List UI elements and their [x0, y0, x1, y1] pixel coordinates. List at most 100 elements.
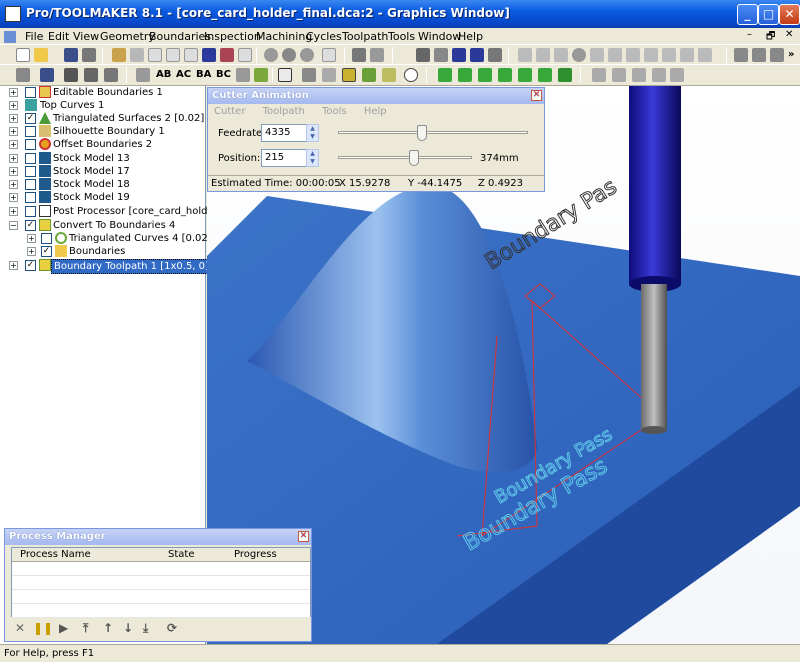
toolbar-overflow-button[interactable]: » [788, 49, 794, 60]
expand-icon[interactable]: + [9, 207, 18, 216]
visibility-checkbox[interactable] [25, 153, 36, 164]
tool-10-icon[interactable] [680, 48, 694, 62]
position-spinner[interactable]: ▲ ▼ [306, 149, 319, 167]
toolpath-5-icon[interactable] [488, 48, 502, 62]
view-5-icon[interactable] [518, 68, 532, 82]
view-2-icon[interactable] [458, 68, 472, 82]
visibility-checkbox[interactable] [25, 206, 36, 217]
move-down-icon[interactable]: ↓ [123, 621, 133, 635]
expand-icon[interactable]: + [9, 101, 18, 110]
visibility-checkbox[interactable] [41, 233, 52, 244]
menu-toolpath[interactable]: Toolpath [263, 106, 305, 117]
menu-geometry[interactable]: Geometry [100, 30, 155, 43]
menu-help[interactable]: Help [364, 106, 387, 117]
new-file-icon[interactable] [16, 48, 30, 62]
close-icon[interactable]: ✕ [531, 90, 542, 101]
bc-button[interactable]: BC [216, 69, 231, 80]
shade-3-icon[interactable] [342, 68, 356, 82]
visibility-checkbox[interactable] [25, 192, 36, 203]
visibility-checkbox[interactable]: ✓ [25, 260, 36, 271]
measure-5-icon[interactable] [670, 68, 684, 82]
boundary-tool-7-icon[interactable] [220, 48, 234, 62]
column-progress[interactable]: Progress [234, 548, 277, 561]
pause-icon[interactable]: ❚❚ [33, 621, 53, 635]
measure-3-icon[interactable] [632, 68, 646, 82]
tool-14-icon[interactable] [770, 48, 784, 62]
menu-machining[interactable]: Machining [256, 30, 312, 43]
visibility-checkbox[interactable] [25, 139, 36, 150]
column-state[interactable]: State [168, 548, 194, 561]
view-6-icon[interactable] [538, 68, 552, 82]
tool-2-icon[interactable] [536, 48, 550, 62]
measure-2-icon[interactable] [612, 68, 626, 82]
print-icon[interactable] [82, 48, 96, 62]
machining-2-icon[interactable] [282, 48, 296, 62]
feedrate-input[interactable]: 4335 [261, 124, 307, 142]
cycle-2-icon[interactable] [370, 48, 384, 62]
tree-tool-1-icon[interactable] [16, 68, 30, 82]
ellipse-icon[interactable] [404, 68, 418, 82]
visibility-checkbox[interactable] [25, 179, 36, 190]
toolpath-4-icon[interactable] [470, 48, 484, 62]
boundary-tool-4-icon[interactable] [166, 48, 180, 62]
expand-icon[interactable]: + [9, 261, 18, 270]
machining-4-icon[interactable] [322, 48, 336, 62]
expand-icon[interactable]: + [9, 154, 18, 163]
shade-5-icon[interactable] [382, 68, 396, 82]
measure-4-icon[interactable] [652, 68, 666, 82]
tool-12-icon[interactable] [734, 48, 748, 62]
window-tool-icon[interactable] [278, 68, 292, 82]
expand-icon[interactable]: + [9, 127, 18, 136]
feedrate-slider-thumb[interactable] [416, 125, 427, 141]
tool-4-icon[interactable] [572, 48, 586, 62]
menu-cutter[interactable]: Cutter [214, 106, 245, 117]
ba-button[interactable]: BA [196, 69, 211, 80]
tool-5-icon[interactable] [590, 48, 604, 62]
menu-file[interactable]: File [25, 30, 43, 43]
tool-1-icon[interactable] [518, 48, 532, 62]
toolpath-1-icon[interactable] [416, 48, 430, 62]
menu-tools[interactable]: Tools [322, 106, 347, 117]
expand-icon[interactable]: + [9, 88, 18, 97]
tool-9-icon[interactable] [662, 48, 676, 62]
menu-window[interactable]: Window [418, 30, 461, 43]
tool-6-icon[interactable] [608, 48, 622, 62]
shade-1-icon[interactable] [302, 68, 316, 82]
position-slider-thumb[interactable] [409, 150, 420, 166]
toolpath-3-icon[interactable] [452, 48, 466, 62]
expand-icon[interactable]: + [9, 167, 18, 176]
maximize-button[interactable]: □ [758, 4, 779, 25]
menu-cycles[interactable]: Cycles [306, 30, 342, 43]
view-1-icon[interactable] [438, 68, 452, 82]
view-4-icon[interactable] [498, 68, 512, 82]
visibility-checkbox[interactable] [25, 166, 36, 177]
boundary-tool-3-icon[interactable] [148, 48, 162, 62]
visibility-checkbox[interactable] [25, 87, 36, 98]
menu-boundaries[interactable]: Boundaries [149, 30, 211, 43]
feedrate-slider-track[interactable] [338, 131, 528, 134]
menu-tools[interactable]: Tools [388, 30, 415, 43]
tool-8-icon[interactable] [644, 48, 658, 62]
position-input[interactable]: 215 [261, 149, 307, 167]
cycle-1-icon[interactable] [352, 48, 366, 62]
position-slider-track[interactable] [338, 156, 472, 159]
check-tool-icon[interactable] [254, 68, 268, 82]
feedrate-spinner[interactable]: ▲ ▼ [306, 124, 319, 142]
minimize-button[interactable]: _ [737, 4, 758, 25]
boundary-tool-8-icon[interactable] [238, 48, 252, 62]
toolpath-2-icon[interactable] [434, 48, 448, 62]
shade-4-icon[interactable] [362, 68, 376, 82]
machining-1-icon[interactable] [264, 48, 278, 62]
menu-view[interactable]: View [73, 30, 99, 43]
play-icon[interactable]: ▶ [59, 621, 68, 635]
machining-3-icon[interactable] [300, 48, 314, 62]
expand-icon[interactable]: + [27, 234, 36, 243]
boundary-tool-5-icon[interactable] [184, 48, 198, 62]
refresh-icon[interactable]: ⟳ [167, 621, 177, 635]
move-bottom-icon[interactable]: ⤓ [143, 621, 148, 636]
mdi-close-button[interactable]: ✕ [785, 29, 793, 40]
tool-13-icon[interactable] [752, 48, 766, 62]
angle-tool-icon[interactable] [236, 68, 250, 82]
visibility-checkbox[interactable]: ✓ [25, 220, 36, 231]
close-icon[interactable]: ✕ [298, 531, 309, 542]
